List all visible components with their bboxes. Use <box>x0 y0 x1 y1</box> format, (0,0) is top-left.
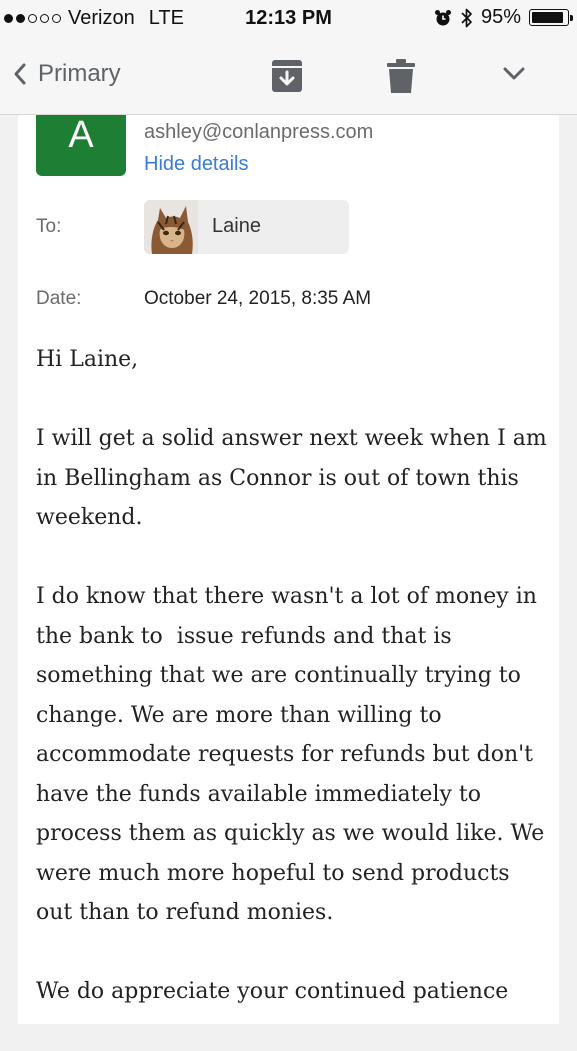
recipient-chip[interactable]: Laine <box>144 200 349 254</box>
status-bar: Verizon LTE 12:13 PM 95% <box>0 0 577 38</box>
message-body: Hi Laine, I will get a solid answer next… <box>36 340 551 1051</box>
alarm-icon <box>434 9 451 25</box>
message-card: A ashley@conlanpress.com Hide details To… <box>18 115 559 1024</box>
body-paragraph: We do appreciate your continued patience <box>36 979 509 1004</box>
chevron-down-icon[interactable] <box>502 66 526 82</box>
back-label: Primary <box>38 60 121 87</box>
top-nav-bar: Primary <box>0 38 577 115</box>
battery-icon <box>529 9 573 26</box>
date-label: Date: <box>36 288 82 309</box>
status-right: 95% <box>434 6 573 29</box>
battery-percent: 95% <box>480 6 521 28</box>
trash-icon[interactable] <box>386 58 416 94</box>
date-value: October 24, 2015, 8:35 AM <box>144 288 372 309</box>
recipient-name: Laine <box>212 215 261 237</box>
to-label: To: <box>36 216 62 237</box>
body-paragraph: I do know that there wasn't a lot of mon… <box>36 584 552 925</box>
cat-avatar-icon <box>144 200 198 254</box>
back-button[interactable]: Primary <box>12 60 121 88</box>
body-paragraph: Hi Laine, <box>36 347 139 372</box>
body-paragraph: I will get a solid answer next week when… <box>36 426 554 530</box>
archive-icon[interactable] <box>270 58 304 94</box>
chevron-left-icon <box>14 63 26 85</box>
sender-avatar: A <box>36 115 126 176</box>
sender-email: ashley@conlanpress.com <box>144 121 374 143</box>
hide-details-link[interactable]: Hide details <box>144 153 249 176</box>
bluetooth-icon <box>461 8 472 27</box>
